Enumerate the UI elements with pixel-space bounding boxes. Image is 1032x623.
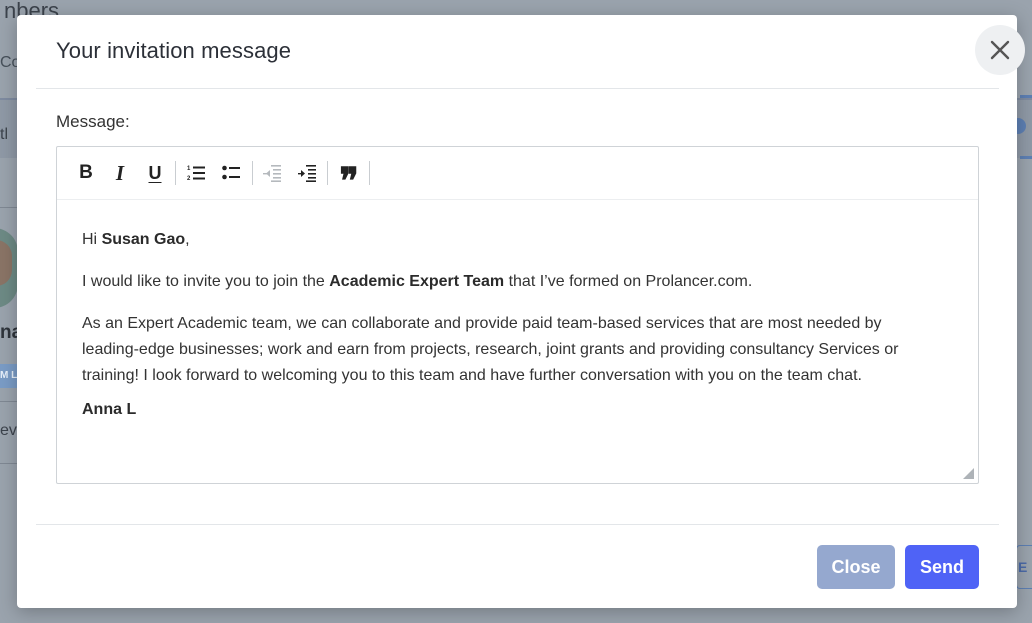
signature-name: Anna L [82, 401, 137, 418]
indent-button[interactable] [293, 160, 321, 186]
ordered-list-button[interactable]: 1 2 [182, 160, 210, 186]
invitation-prefix: I would like to invite you to join the [82, 273, 330, 290]
background-accent-bar [1020, 95, 1032, 98]
italic-button[interactable]: I [106, 160, 134, 186]
modal-header: Your invitation message [36, 15, 1025, 89]
close-button[interactable]: Close [817, 545, 895, 589]
toolbar-separator [327, 161, 328, 185]
modal-close-button[interactable] [975, 25, 1025, 75]
outdent-icon [263, 165, 281, 182]
team-name: Academic Expert Team [329, 273, 505, 290]
bullet-list-button[interactable] [217, 160, 245, 186]
bullet-list-icon [222, 165, 240, 180]
modal-footer-divider [36, 524, 999, 525]
invitation-suffix: that I’ve formed on Prolancer.com. [504, 273, 753, 290]
ordered-list-icon: 1 2 [187, 166, 205, 182]
invitation-line: I would like to invite you to join the A… [82, 269, 942, 295]
send-button[interactable]: Send [905, 545, 979, 589]
editor-toolbar: B I U 1 2 ❞ [57, 147, 978, 200]
toolbar-separator [252, 161, 253, 185]
message-body[interactable]: Hi Susan Gao, I would like to invite you… [82, 227, 942, 439]
outdent-button[interactable] [258, 160, 286, 186]
background-tab-label: tl [0, 126, 8, 143]
svg-text:1: 1 [187, 166, 191, 172]
close-icon [990, 40, 1010, 60]
greeting-suffix: , [185, 231, 190, 248]
underline-button[interactable]: U [141, 160, 169, 186]
recipient-name: Susan Gao [101, 231, 186, 248]
background-accent-bar [1020, 156, 1032, 159]
signature: Anna L [82, 397, 942, 423]
resize-handle-icon[interactable] [963, 468, 974, 479]
svg-text:2: 2 [187, 176, 191, 182]
greeting-prefix: Hi [82, 231, 102, 248]
message-editor[interactable]: B I U 1 2 ❞ Hi Susan Gao, I would like t… [56, 146, 979, 484]
invitation-modal: Your invitation message Message: B I U 1… [17, 15, 1025, 608]
greeting-line: Hi Susan Gao, [82, 227, 942, 253]
background-action-button: E [1016, 545, 1032, 589]
background-member-chip: M L [0, 364, 18, 388]
background-review-label: ev [0, 422, 17, 439]
toolbar-separator [175, 161, 176, 185]
toolbar-separator [369, 161, 370, 185]
description-paragraph: As an Expert Academic team, we can colla… [82, 315, 899, 384]
bold-button[interactable]: B [72, 160, 100, 186]
blockquote-button[interactable]: ❞ [335, 160, 363, 199]
message-label: Message: [56, 112, 130, 131]
indent-icon [298, 165, 316, 182]
modal-title: Your invitation message [56, 38, 292, 63]
